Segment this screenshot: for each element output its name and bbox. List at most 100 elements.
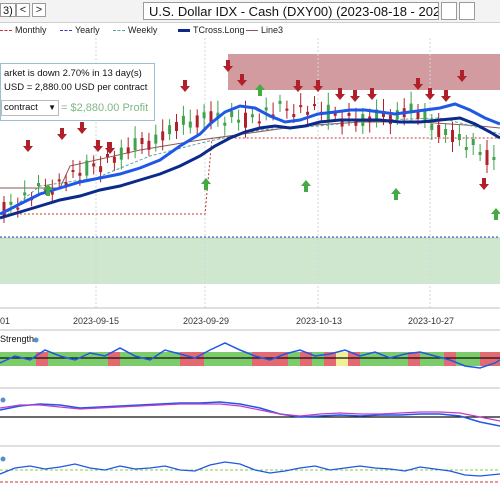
candle-body [230, 110, 234, 117]
candle-body [423, 111, 427, 120]
candle-body [2, 202, 6, 217]
profit-value: = $2,880.00 Profit [61, 102, 149, 114]
candle-body [478, 152, 482, 155]
candle-body [99, 166, 103, 173]
sell-arrow-icon [479, 178, 489, 190]
candle-body [140, 138, 144, 144]
strength-dot [33, 337, 39, 343]
candle-body [292, 114, 296, 118]
strength-cell [12, 352, 24, 366]
buy-arrow-icon [491, 208, 500, 220]
strength-cell [432, 352, 444, 366]
next-button[interactable]: > [32, 3, 46, 17]
strength-cell [336, 352, 348, 366]
candle-body [451, 130, 454, 142]
sell-arrow-icon [350, 90, 360, 102]
strength-cell [468, 352, 480, 366]
candle-body [264, 107, 268, 111]
candle-body [195, 115, 199, 128]
chart-toolbar: 3) < > U.S. Dollar IDX - Cash (DXY00) (2… [0, 0, 500, 23]
strength-cell [132, 352, 144, 366]
candle-body [85, 160, 89, 176]
candle-body [492, 157, 496, 160]
candle-body [71, 170, 75, 172]
symbol-title[interactable]: U.S. Dollar IDX - Cash (DXY00) (2023-08-… [143, 2, 439, 20]
legend-line3: Line3 [246, 25, 283, 35]
candle-body [9, 201, 13, 205]
legend-tcross: TCross.Long [178, 25, 245, 35]
candle-body [119, 147, 123, 160]
x-tick-4: 2023-10-27 [408, 316, 454, 326]
bottom-line [0, 461, 500, 477]
x-tick-2: 2023-09-29 [183, 316, 229, 326]
x-tick-0: 01 [0, 316, 10, 326]
candle-body [92, 163, 96, 167]
bottom-dot [0, 456, 6, 462]
candle-body [106, 154, 109, 157]
strength-cell [252, 352, 264, 366]
sell-arrow-icon [77, 122, 87, 134]
candle-body [202, 112, 206, 119]
osc-dot [0, 397, 6, 403]
contract-select[interactable]: contract ▼ [1, 100, 59, 116]
candle-body [313, 104, 316, 107]
support-zone [0, 238, 500, 284]
candle-body [237, 119, 241, 123]
candle-body [126, 147, 130, 154]
resistance-zone [228, 54, 500, 90]
candle-body [161, 131, 165, 141]
candle-body [16, 207, 20, 210]
strength-cell [216, 352, 228, 366]
profit-calculator: arket is down 2.70% in 13 day(s) USD = 2… [0, 63, 155, 121]
sell-arrow-icon [23, 140, 33, 152]
chevron-down-icon: ▼ [48, 103, 56, 112]
candle-body [257, 121, 261, 124]
toolbar-button-b[interactable] [459, 2, 475, 20]
profit-per-contract: USD = 2,880.00 USD per contract [4, 82, 148, 93]
candle-body [299, 105, 303, 108]
strength-cell [288, 352, 300, 366]
strength-cell [384, 352, 396, 366]
candle-body [285, 108, 289, 111]
prev-button[interactable]: < [16, 3, 30, 17]
sell-arrow-icon [57, 128, 67, 140]
candle-body [57, 179, 61, 182]
sell-arrow-icon [93, 140, 103, 152]
candle-body [306, 111, 310, 115]
candle-body [464, 147, 468, 150]
x-tick-1: 2023-09-15 [73, 316, 119, 326]
sell-arrow-icon [441, 90, 451, 102]
candle-body [278, 100, 282, 104]
candle-body [188, 121, 192, 128]
x-tick-3: 2023-10-13 [296, 316, 342, 326]
candle-body [133, 138, 137, 151]
candle-body [37, 183, 40, 186]
sell-arrow-icon [180, 80, 190, 92]
strength-cell [312, 352, 324, 366]
profit-summary: arket is down 2.70% in 13 day(s) [4, 68, 142, 79]
legend-weekly: Weekly [113, 25, 157, 35]
candle-body [112, 156, 116, 163]
candle-body [23, 192, 27, 196]
legend: Monthly Yearly Weekly TCross.Long Line3 [0, 24, 500, 38]
buy-arrow-icon [391, 188, 401, 200]
toolbar-button-a[interactable] [441, 2, 457, 20]
candle-body [437, 125, 441, 137]
strength-label: Strength [0, 334, 34, 344]
candle-body [444, 129, 448, 135]
monthly-line [0, 137, 500, 215]
candle-body [78, 172, 82, 176]
candle-body [485, 150, 489, 165]
candle-body [244, 112, 247, 128]
legend-yearly: Yearly [60, 25, 100, 35]
candle-body [223, 122, 227, 126]
sell-arrow-icon [105, 142, 115, 154]
candle-body [175, 122, 178, 131]
osc-blue-line [0, 401, 500, 427]
candle-body [457, 134, 461, 140]
buy-arrow-icon [201, 178, 211, 190]
candle-body [250, 114, 254, 118]
candle-body [154, 134, 158, 144]
candle-body [181, 115, 185, 125]
series-label: 3) [0, 3, 16, 17]
